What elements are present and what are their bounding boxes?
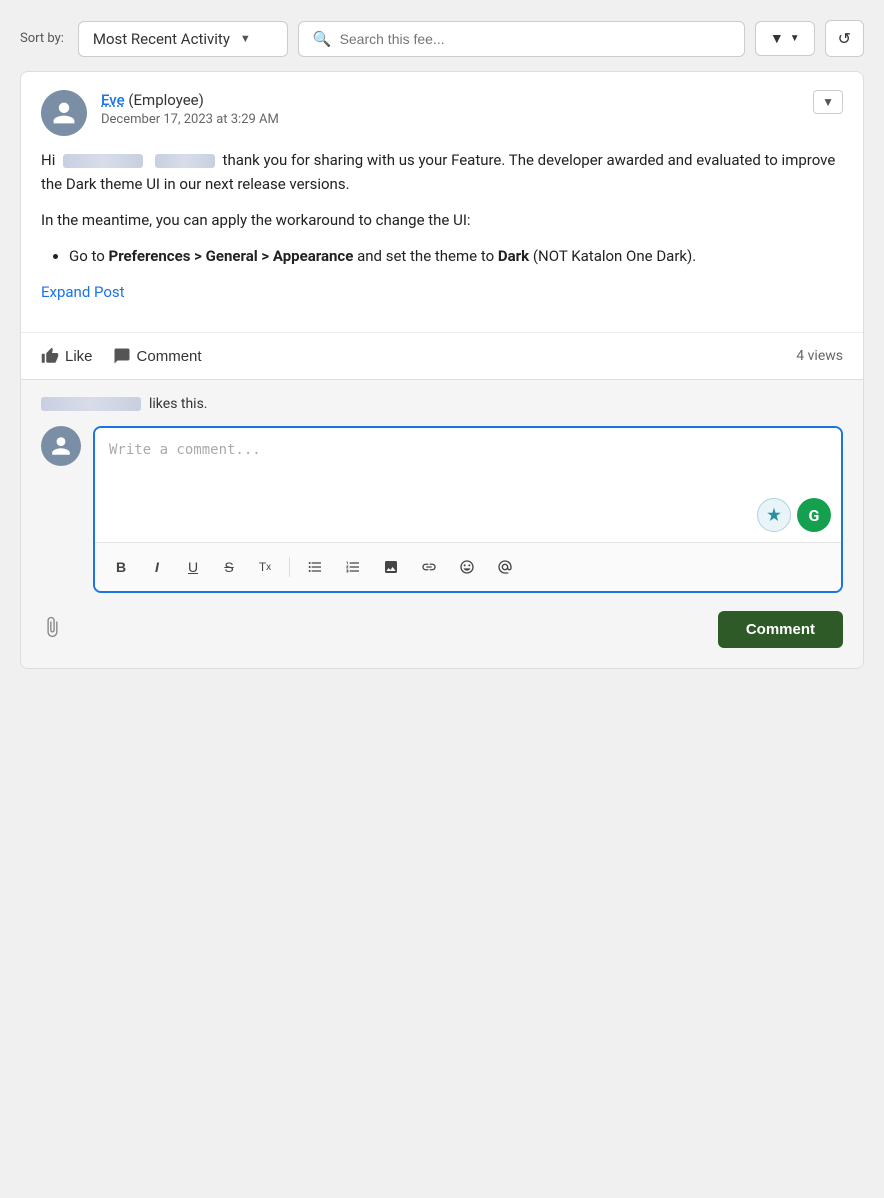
likes-bar: likes this. bbox=[41, 396, 843, 412]
bullet-bold-2: Dark bbox=[498, 247, 529, 265]
filter-button[interactable]: ▼ ▼ bbox=[755, 21, 815, 56]
underline-button[interactable]: U bbox=[177, 551, 209, 583]
sort-dropdown[interactable]: Most Recent Activity ▼ bbox=[78, 21, 288, 57]
like-button[interactable]: Like bbox=[41, 343, 93, 369]
comment-avatar bbox=[41, 426, 81, 466]
clear-format-button[interactable]: Tx bbox=[249, 551, 281, 583]
user-avatar-icon bbox=[51, 100, 77, 126]
ai-icons: G bbox=[757, 498, 831, 532]
redacted-liker bbox=[41, 397, 141, 411]
search-box[interactable]: 🔍 bbox=[298, 21, 745, 57]
views-count: 4 views bbox=[796, 348, 843, 364]
filter-dropdown-arrow: ▼ bbox=[790, 33, 800, 44]
thumbs-up-icon bbox=[41, 347, 59, 365]
search-input[interactable] bbox=[340, 31, 730, 47]
chevron-down-icon: ▼ bbox=[240, 32, 251, 45]
filter-icon: ▼ bbox=[770, 30, 784, 47]
post-date: December 17, 2023 at 3:29 AM bbox=[101, 112, 279, 127]
post-card: Eve (Employee) December 17, 2023 at 3:29… bbox=[20, 71, 864, 669]
bullet-end: (NOT Katalon One Dark). bbox=[529, 247, 696, 265]
bullet-bold-1: Preferences > General > Appearance bbox=[109, 247, 354, 265]
sort-value: Most Recent Activity bbox=[93, 30, 230, 48]
refresh-button[interactable]: ↺ bbox=[825, 20, 864, 57]
post-bullet-list: Go to Preferences > General > Appearance… bbox=[69, 244, 843, 268]
post-actions: Like Comment 4 views bbox=[21, 332, 863, 379]
toolbar-separator-1 bbox=[289, 557, 290, 577]
comment-action-button[interactable]: Comment bbox=[113, 343, 202, 369]
sort-label: Sort by: bbox=[20, 31, 64, 46]
author-name[interactable]: Eve bbox=[101, 91, 125, 109]
avatar bbox=[41, 90, 87, 136]
grammarly-icon[interactable]: G bbox=[797, 498, 831, 532]
redacted-name-1 bbox=[63, 154, 143, 168]
bullet-list-button[interactable] bbox=[298, 551, 332, 583]
attach-icon[interactable] bbox=[41, 616, 63, 643]
search-icon: 🔍 bbox=[313, 30, 332, 48]
bullet-prefix: Go to bbox=[69, 247, 109, 265]
refresh-icon: ↺ bbox=[838, 29, 851, 48]
comment-toolbar: B I U S Tx bbox=[95, 542, 841, 591]
strikethrough-button[interactable]: S bbox=[213, 551, 245, 583]
comment-textarea[interactable] bbox=[95, 428, 841, 538]
post-header-left: Eve (Employee) December 17, 2023 at 3:29… bbox=[41, 90, 279, 136]
comment-text-wrapper: G bbox=[95, 428, 841, 542]
commenter-avatar-icon bbox=[50, 435, 72, 457]
mention-button[interactable] bbox=[488, 551, 522, 583]
ordered-list-button[interactable] bbox=[336, 551, 370, 583]
author-info: Eve (Employee) December 17, 2023 at 3:29… bbox=[101, 90, 279, 127]
link-button[interactable] bbox=[412, 551, 446, 583]
author-role: (Employee) bbox=[125, 91, 204, 109]
post-bullet-item: Go to Preferences > General > Appearance… bbox=[69, 244, 843, 268]
sparkle-ai-icon[interactable] bbox=[757, 498, 791, 532]
author-name-row: Eve (Employee) bbox=[101, 90, 279, 109]
like-label: Like bbox=[65, 348, 93, 365]
comment-section: likes this. G bbox=[21, 379, 863, 668]
top-bar: Sort by: Most Recent Activity ▼ 🔍 ▼ ▼ ↺ bbox=[20, 20, 864, 57]
comment-label: Comment bbox=[137, 348, 202, 365]
comment-input-area: G B I U S Tx bbox=[93, 426, 843, 593]
comment-row: G B I U S Tx bbox=[41, 426, 843, 593]
comment-footer: Comment bbox=[41, 597, 843, 652]
comment-bubble-icon bbox=[113, 347, 131, 365]
emoji-button[interactable] bbox=[450, 551, 484, 583]
redacted-name-2 bbox=[155, 154, 215, 168]
post-paragraph-1: Hi thank you for sharing with us your Fe… bbox=[41, 148, 843, 196]
post-header: Eve (Employee) December 17, 2023 at 3:29… bbox=[21, 72, 863, 148]
likes-suffix: likes this. bbox=[149, 396, 208, 412]
post-menu-button[interactable]: ▼ bbox=[813, 90, 843, 114]
post-body: Hi thank you for sharing with us your Fe… bbox=[21, 148, 863, 332]
expand-post-link[interactable]: Expand Post bbox=[41, 280, 843, 304]
bold-button[interactable]: B bbox=[105, 551, 137, 583]
post-paragraph-2: In the meantime, you can apply the worka… bbox=[41, 208, 843, 232]
comment-submit-button[interactable]: Comment bbox=[718, 611, 843, 648]
image-button[interactable] bbox=[374, 551, 408, 583]
italic-button[interactable]: I bbox=[141, 551, 173, 583]
bullet-mid: and set the theme to bbox=[353, 247, 498, 265]
